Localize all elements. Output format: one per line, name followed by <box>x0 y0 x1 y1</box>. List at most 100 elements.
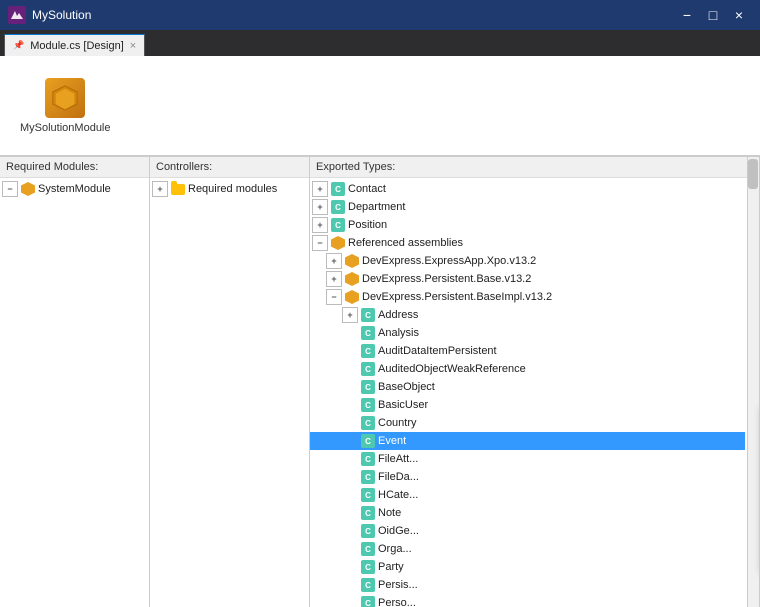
oidgen-icon: C <box>360 523 376 539</box>
tree-item-auditedobject[interactable]: C AuditedObjectWeakReference <box>310 360 745 378</box>
tree-item-country[interactable]: C Country <box>310 414 745 432</box>
expand-department[interactable]: + <box>312 199 328 215</box>
panel-required-modules: Required Modules: − SystemModule <box>0 157 150 607</box>
panels-area: Required Modules: − SystemModule Control… <box>0 156 760 607</box>
analysis-icon: C <box>360 325 376 341</box>
expand-address[interactable]: + <box>342 307 358 323</box>
tab-module-design[interactable]: 📌 Module.cs [Design] × <box>4 34 145 56</box>
filedata-icon: C <box>360 469 376 485</box>
event-label: Event <box>378 435 406 447</box>
baseobject-icon: C <box>360 379 376 395</box>
required-modules-label: Required modules <box>188 183 277 195</box>
tree-item-orga[interactable]: C Orga... <box>310 540 745 558</box>
note-icon: C <box>360 505 376 521</box>
module-container: MySolutionModule <box>20 78 111 134</box>
devex-persistent-baseimpl-label: DevExpress.Persistent.BaseImpl.v13.2 <box>362 291 552 303</box>
auditdataitem-icon: C <box>360 343 376 359</box>
tree-item-position[interactable]: + C Position <box>310 216 745 234</box>
close-button[interactable]: × <box>726 0 752 30</box>
expand-contact[interactable]: + <box>312 181 328 197</box>
tree-item-perso[interactable]: C Perso... <box>310 594 745 607</box>
basicuser-label: BasicUser <box>378 399 428 411</box>
app-icon <box>8 6 26 24</box>
baseobject-label: BaseObject <box>378 381 435 393</box>
panel-exported-content: + C Contact + C Department + C Position <box>310 178 759 607</box>
tab-pin-icon: 📌 <box>13 40 24 51</box>
tree-item-contact[interactable]: + C Contact <box>310 180 745 198</box>
perso-icon: C <box>360 595 376 607</box>
tree-item-system-module[interactable]: − SystemModule <box>0 180 149 198</box>
tree-item-analysis[interactable]: C Analysis <box>310 324 745 342</box>
filedata-label: FileDa... <box>378 471 419 483</box>
window-controls: − □ × <box>674 0 752 30</box>
tree-item-ref-assemblies[interactable]: − Referenced assemblies <box>310 234 745 252</box>
expand-system-module[interactable]: − <box>2 181 18 197</box>
tree-item-oidgen[interactable]: C OidGe... <box>310 522 745 540</box>
expand-devex-persistent-base[interactable]: + <box>326 271 342 287</box>
note-label: Note <box>378 507 401 519</box>
tree-item-fileatt[interactable]: C FileAtt... <box>310 450 745 468</box>
tree-item-department[interactable]: + C Department <box>310 198 745 216</box>
tab-bar: 📌 Module.cs [Design] × <box>0 30 760 56</box>
tree-item-basicuser[interactable]: C BasicUser <box>310 396 745 414</box>
auditdataitem-label: AuditDataItemPersistent <box>378 345 497 357</box>
maximize-button[interactable]: □ <box>700 0 726 30</box>
module-name-label: MySolutionModule <box>20 122 111 134</box>
panel-exported-header: Exported Types: <box>310 157 759 178</box>
module-design-icon <box>45 78 85 118</box>
tree-item-devex-xpo[interactable]: + DevExpress.ExpressApp.Xpo.v13.2 <box>310 252 745 270</box>
party-icon: C <box>360 559 376 575</box>
hcate-label: HCate... <box>378 489 418 501</box>
department-label: Department <box>348 201 405 213</box>
expand-position[interactable]: + <box>312 217 328 233</box>
tree-item-party[interactable]: C Party <box>310 558 745 576</box>
party-label: Party <box>378 561 404 573</box>
tree-item-filedata[interactable]: C FileDa... <box>310 468 745 486</box>
address-label: Address <box>378 309 418 321</box>
expand-ref-assemblies[interactable]: − <box>312 235 328 251</box>
panel-required-header: Required Modules: <box>0 157 149 178</box>
tree-item-persis[interactable]: C Persis... <box>310 576 745 594</box>
panel-required-content: − SystemModule <box>0 178 149 607</box>
tree-item-devex-persistent-baseimpl[interactable]: − DevExpress.Persistent.BaseImpl.v13.2 <box>310 288 745 306</box>
tree-item-address[interactable]: + C Address <box>310 306 745 324</box>
contact-icon: C <box>330 181 346 197</box>
tree-item-required-modules[interactable]: + Required modules <box>150 180 309 198</box>
expand-devex-xpo[interactable]: + <box>326 253 342 269</box>
persis-icon: C <box>360 577 376 593</box>
tree-item-baseobject[interactable]: C BaseObject <box>310 378 745 396</box>
auditedobject-label: AuditedObjectWeakReference <box>378 363 526 375</box>
position-icon: C <box>330 217 346 233</box>
tree-item-note[interactable]: C Note <box>310 504 745 522</box>
panel-exported-types: Exported Types: + C Contact + C Departme… <box>310 157 760 607</box>
devex-xpo-icon <box>344 253 360 269</box>
devex-persistent-base-label: DevExpress.Persistent.Base.v13.2 <box>362 273 531 285</box>
tree-item-auditdataitem[interactable]: C AuditDataItemPersistent <box>310 342 745 360</box>
designer-canvas: MySolutionModule <box>0 56 760 156</box>
perso-label: Perso... <box>378 597 416 607</box>
tree-item-event[interactable]: C Event <box>310 432 745 450</box>
panel-controllers-header: Controllers: <box>150 157 309 178</box>
basicuser-icon: C <box>360 397 376 413</box>
devex-persistent-base-icon <box>344 271 360 287</box>
scrollbar-thumb[interactable] <box>748 159 758 189</box>
system-module-label: SystemModule <box>38 183 111 195</box>
tab-close-icon[interactable]: × <box>130 40 136 52</box>
analysis-label: Analysis <box>378 327 419 339</box>
persis-label: Persis... <box>378 579 418 591</box>
tree-item-devex-persistent-base[interactable]: + DevExpress.Persistent.Base.v13.2 <box>310 270 745 288</box>
hcate-icon: C <box>360 487 376 503</box>
expand-devex-persistent-baseimpl[interactable]: − <box>326 289 342 305</box>
country-label: Country <box>378 417 417 429</box>
minimize-button[interactable]: − <box>674 0 700 30</box>
required-modules-folder-icon <box>170 181 186 197</box>
address-icon: C <box>360 307 376 323</box>
department-icon: C <box>330 199 346 215</box>
expand-required-modules[interactable]: + <box>152 181 168 197</box>
oidgen-label: OidGe... <box>378 525 419 537</box>
auditedobject-icon: C <box>360 361 376 377</box>
fileatt-icon: C <box>360 451 376 467</box>
tree-item-hcate[interactable]: C HCate... <box>310 486 745 504</box>
orga-label: Orga... <box>378 543 412 555</box>
scrollbar-track[interactable] <box>747 157 759 607</box>
